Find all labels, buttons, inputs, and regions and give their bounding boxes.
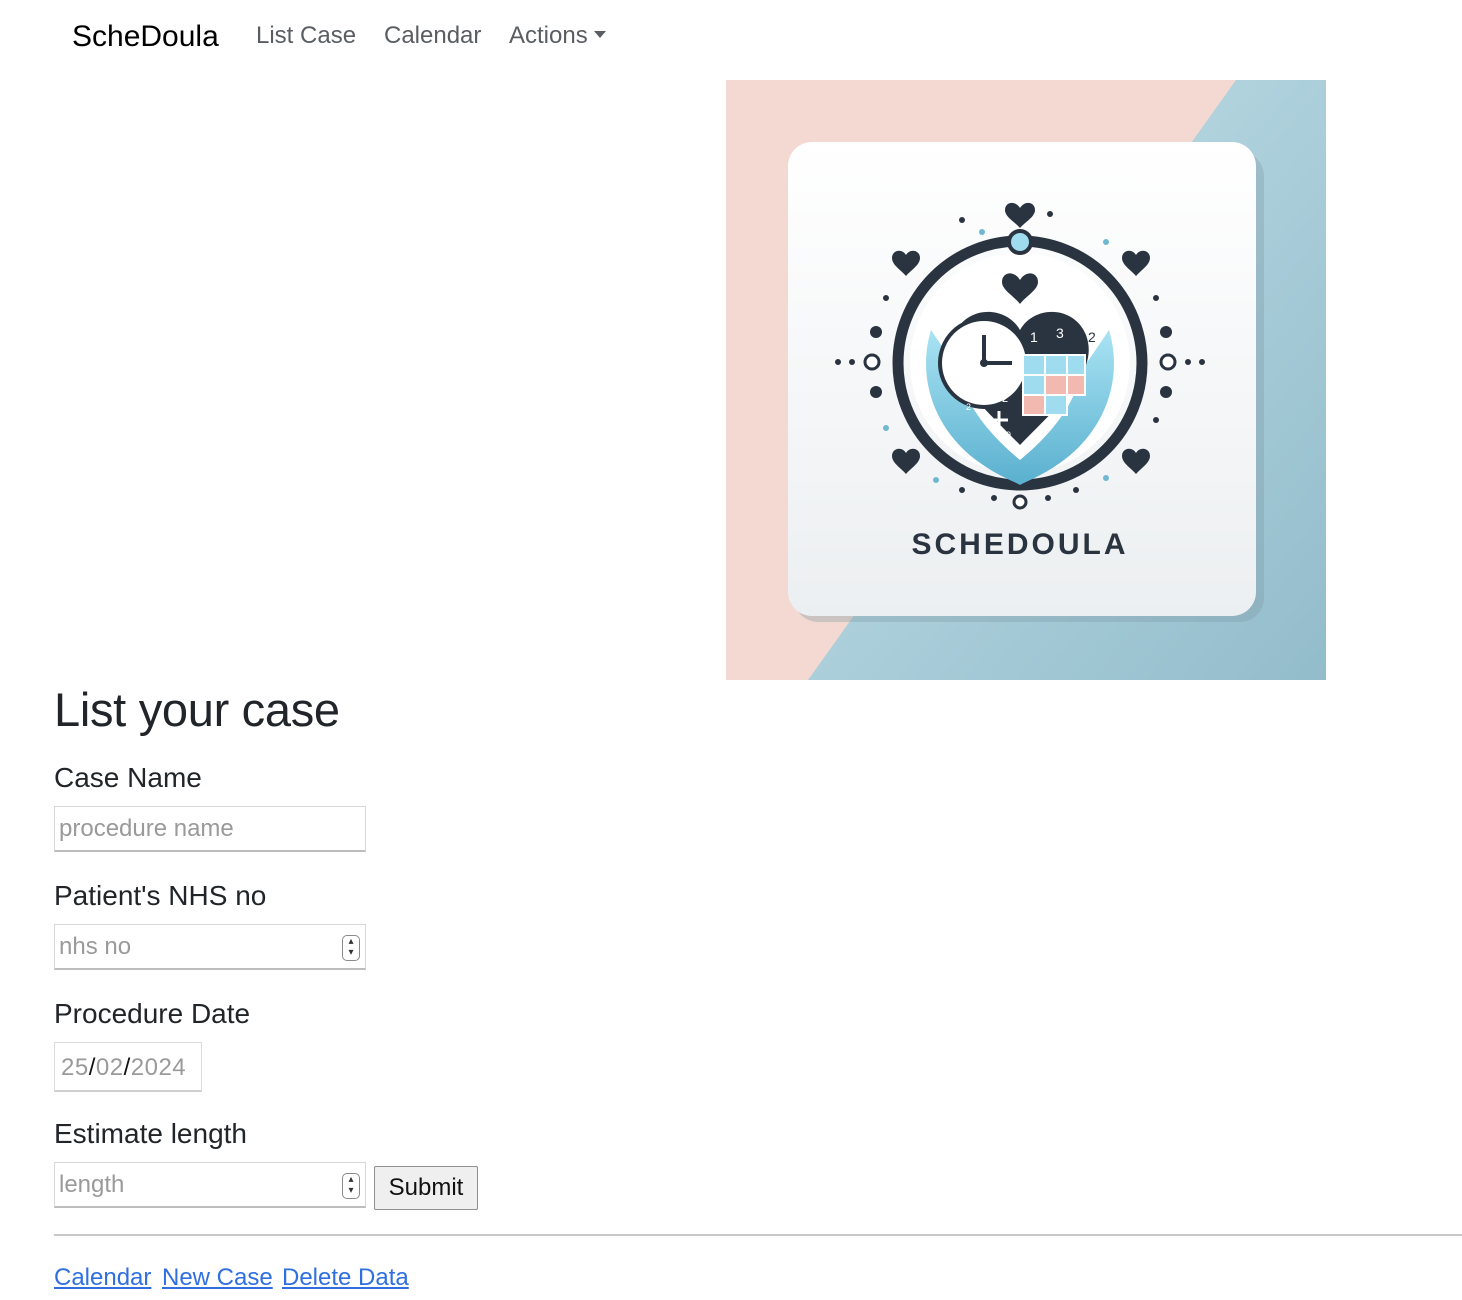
hero-logo-image: 1 3 2 2 2 9 SCHEDOULA <box>726 80 1326 680</box>
logo-digit: 2 <box>1088 329 1096 345</box>
nhs-no-input[interactable] <box>54 924 366 970</box>
date-month[interactable]: 02 <box>96 1054 124 1081</box>
page-title: List your case <box>54 683 340 736</box>
logo-digit: 3 <box>1056 325 1064 341</box>
estimate-length-label: Estimate length <box>54 1118 247 1149</box>
case-name-input[interactable] <box>54 806 366 852</box>
submit-button[interactable]: Submit <box>374 1166 478 1210</box>
footer-link-delete-data[interactable]: Delete Data <box>282 1264 409 1292</box>
nav-dropdown-actions[interactable]: Actions <box>509 22 606 50</box>
navbar: ScheDoula List Case Calendar Actions <box>0 0 1462 76</box>
date-day[interactable]: 25 <box>61 1054 89 1081</box>
stepper-down-icon[interactable]: ▾ <box>343 947 359 958</box>
footer-link-calendar[interactable]: Calendar <box>54 1264 151 1292</box>
stepper-up-icon[interactable]: ▴ <box>343 936 359 947</box>
navbar-brand[interactable]: ScheDoula <box>72 20 219 54</box>
nav-link-calendar[interactable]: Calendar <box>384 22 481 50</box>
logo-wordmark: SCHEDOULA <box>911 528 1128 561</box>
logo-digit: 2 <box>1002 393 1008 405</box>
stepper-up-icon[interactable]: ▴ <box>343 1174 359 1185</box>
nav-link-list-case[interactable]: List Case <box>256 22 356 50</box>
date-separator: / <box>88 1054 96 1081</box>
nhs-no-label: Patient's NHS no <box>54 880 267 911</box>
stepper-down-icon[interactable]: ▾ <box>343 1185 359 1196</box>
nhs-no-stepper[interactable]: ▴ ▾ <box>342 935 360 961</box>
footer-link-new-case[interactable]: New Case <box>162 1264 273 1292</box>
procedure-date-label: Procedure Date <box>54 998 251 1029</box>
procedure-date-input[interactable]: 25/02/2024 <box>54 1042 202 1092</box>
case-name-label: Case Name <box>54 762 202 793</box>
date-separator: / <box>123 1054 131 1081</box>
nav-actions-label: Actions <box>509 22 588 49</box>
caret-down-icon <box>593 31 606 38</box>
estimate-length-input[interactable] <box>54 1162 366 1208</box>
divider <box>54 1234 1462 1236</box>
date-year[interactable]: 2024 <box>131 1054 186 1081</box>
logo-digit: 2 <box>966 402 971 412</box>
logo-digit: 9 <box>1006 430 1011 440</box>
estimate-length-stepper[interactable]: ▴ ▾ <box>342 1173 360 1199</box>
logo-digit: 1 <box>1030 329 1038 345</box>
